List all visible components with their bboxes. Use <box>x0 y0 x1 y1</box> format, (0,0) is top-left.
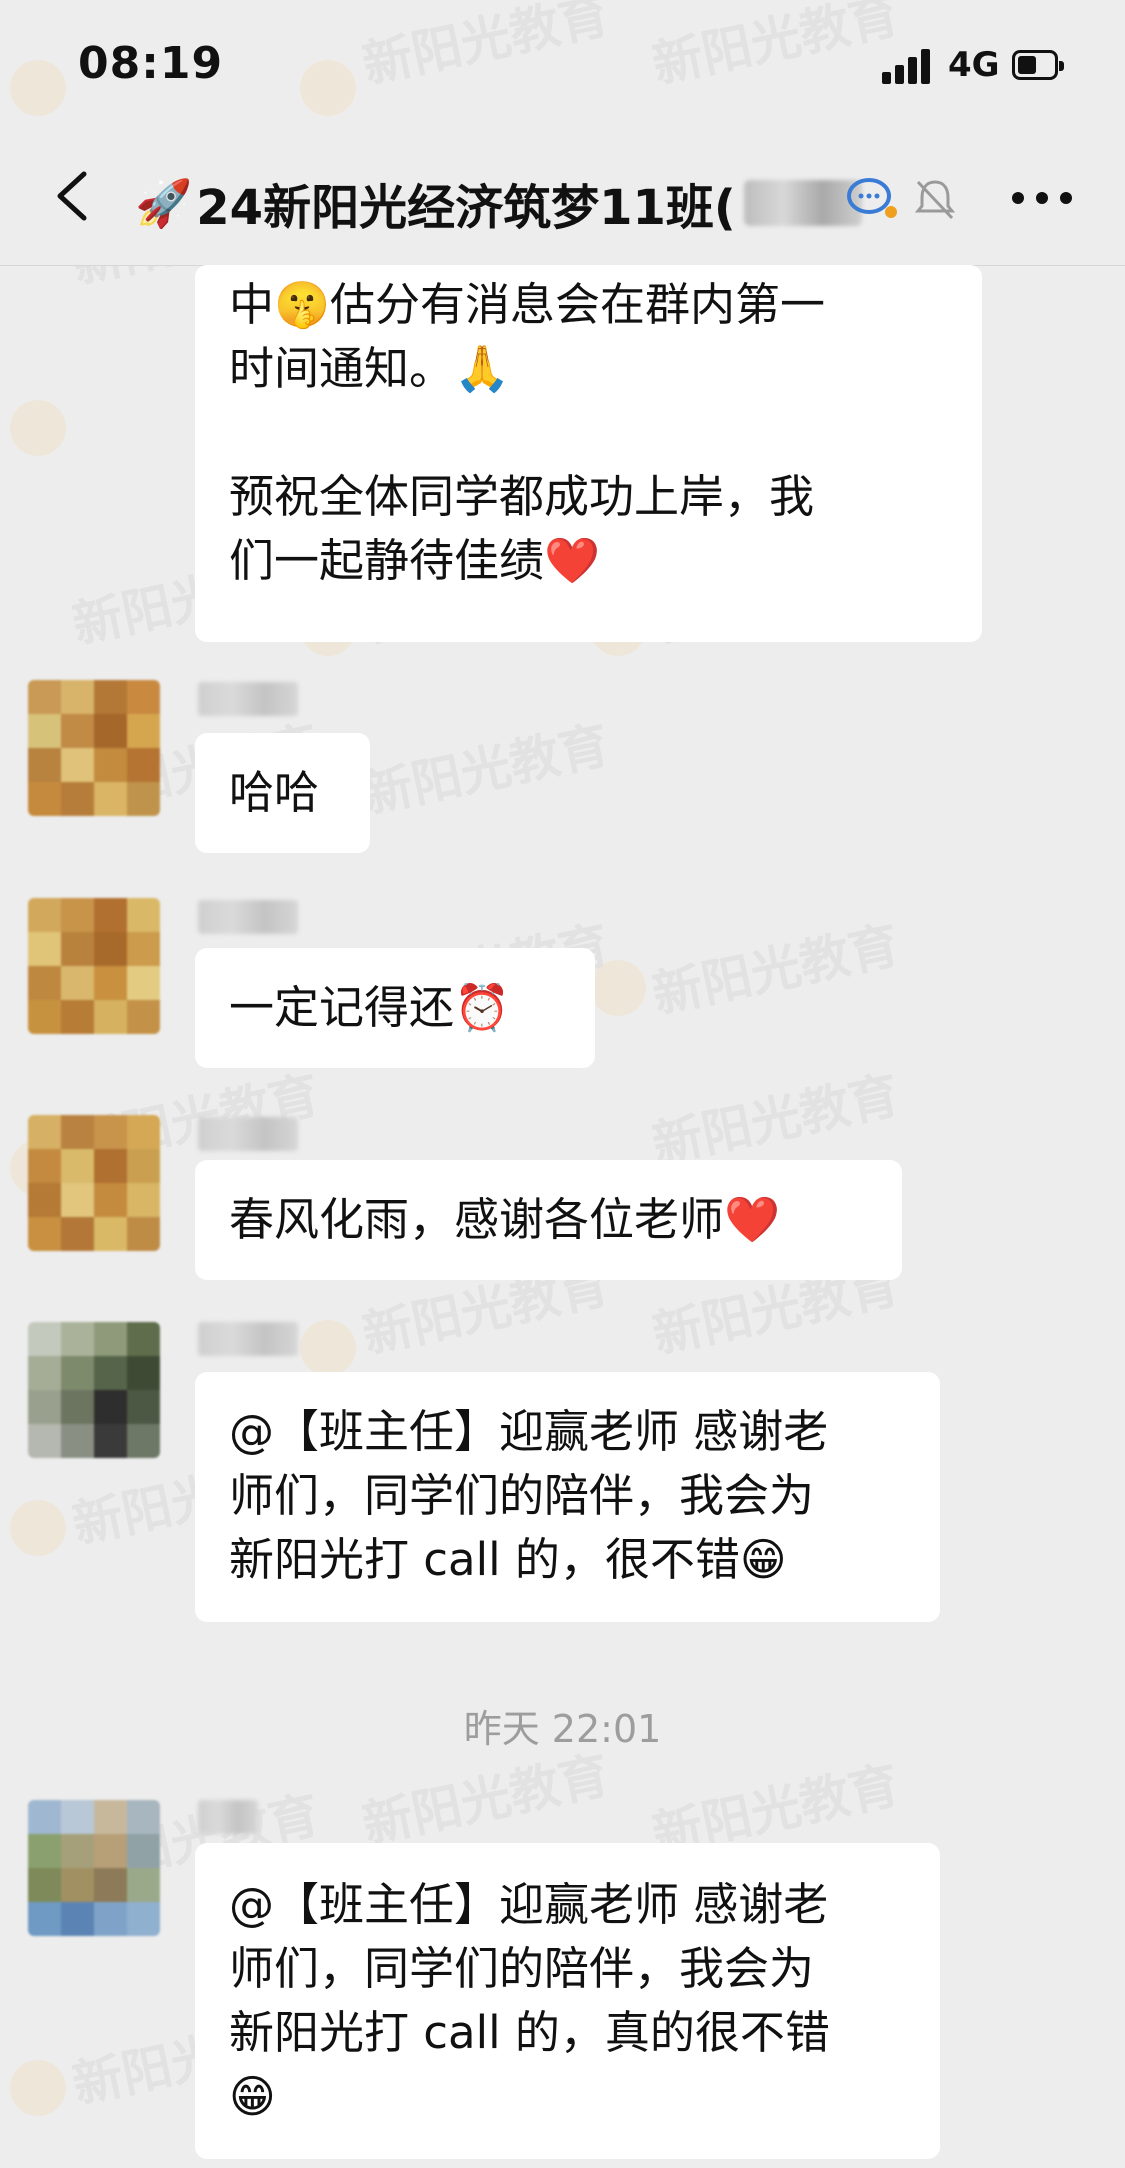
avatar[interactable] <box>28 1800 160 1936</box>
battery-icon <box>1012 50 1064 80</box>
chat-header: 🚀 24新阳光经济筑梦11班( <box>0 130 1125 266</box>
sender-name-blurred <box>198 1800 258 1834</box>
message-line: 😁 <box>229 2070 276 2123</box>
avatar[interactable] <box>28 1322 160 1458</box>
watermark-logo-icon <box>10 400 66 456</box>
chat-title-text: 24新阳光经济筑梦11班( <box>196 180 736 236</box>
chat-timestamp: 昨天 22:01 <box>463 1707 662 1751</box>
group-chat-icon[interactable] <box>845 174 901 222</box>
message-line: 新阳光打 call 的，很不错😁 <box>229 1533 787 1586</box>
message-bubble[interactable]: 哈哈 <box>195 733 370 853</box>
watermark-logo-icon <box>10 1500 66 1556</box>
message-line: 哈哈 <box>229 766 320 819</box>
watermark-logo-icon <box>10 2060 66 2116</box>
watermark-logo-icon <box>590 960 646 1016</box>
message-bubble[interactable]: @【班主任】迎赢老师 感谢老 师们，同学们的陪伴，我会为 新阳光打 call 的… <box>195 1372 940 1622</box>
watermark: 新阳光教育 <box>357 1745 615 1855</box>
status-bar: 08:19 4G <box>0 0 1125 130</box>
message-line: 中🤫估分有消息会在群内第一 <box>229 278 826 331</box>
avatar[interactable] <box>28 1115 160 1251</box>
rocket-emoji: 🚀 <box>135 175 193 230</box>
message-bubble[interactable]: 中🤫估分有消息会在群内第一 时间通知。🙏 预祝全体同学都成功上岸，我 们一起静待… <box>195 265 982 642</box>
watermark: 新阳光教育 <box>647 1065 905 1175</box>
message-line: 新阳光打 call 的，真的很不错 <box>229 2006 830 2059</box>
signal-icon <box>882 48 934 84</box>
message-line: @【班主任】迎赢老师 感谢老 <box>229 1405 829 1458</box>
sender-name-blurred <box>198 1322 298 1356</box>
message-line: 春风化雨，感谢各位老师❤️ <box>229 1193 781 1246</box>
sender-name-blurred <box>198 682 298 716</box>
chat-title: 🚀 24新阳光经济筑梦11班( <box>135 168 862 238</box>
back-arrow-icon[interactable] <box>48 168 104 224</box>
status-time: 08:19 <box>78 38 224 89</box>
watermark-logo-icon <box>300 1320 356 1376</box>
message-line: 师们，同学们的陪伴，我会为 <box>229 1469 815 1522</box>
message-line: @【班主任】迎赢老师 感谢老 <box>229 1878 829 1931</box>
watermark: 新阳光教育 <box>647 915 905 1025</box>
sender-name-blurred <box>198 900 298 934</box>
message-line: 师们，同学们的陪伴，我会为 <box>229 1942 815 1995</box>
message-line: 们一起静待佳绩❤️ <box>229 534 601 587</box>
network-type: 4G <box>948 45 1000 85</box>
sender-name-blurred <box>198 1117 298 1151</box>
message-line: 一定记得还⏰ <box>229 981 511 1034</box>
message-bubble[interactable]: @【班主任】迎赢老师 感谢老 师们，同学们的陪伴，我会为 新阳光打 call 的… <box>195 1843 940 2159</box>
message-line: 时间通知。🙏 <box>229 342 511 395</box>
mute-bell-icon[interactable] <box>910 174 960 224</box>
message-bubble[interactable]: 春风化雨，感谢各位老师❤️ <box>195 1160 902 1280</box>
message-bubble[interactable]: 一定记得还⏰ <box>195 948 595 1068</box>
avatar[interactable] <box>28 898 160 1034</box>
message-line: 预祝全体同学都成功上岸，我 <box>229 470 815 523</box>
avatar[interactable] <box>28 680 160 816</box>
more-options-icon[interactable] <box>1012 192 1072 206</box>
watermark: 新阳光教育 <box>357 715 615 825</box>
